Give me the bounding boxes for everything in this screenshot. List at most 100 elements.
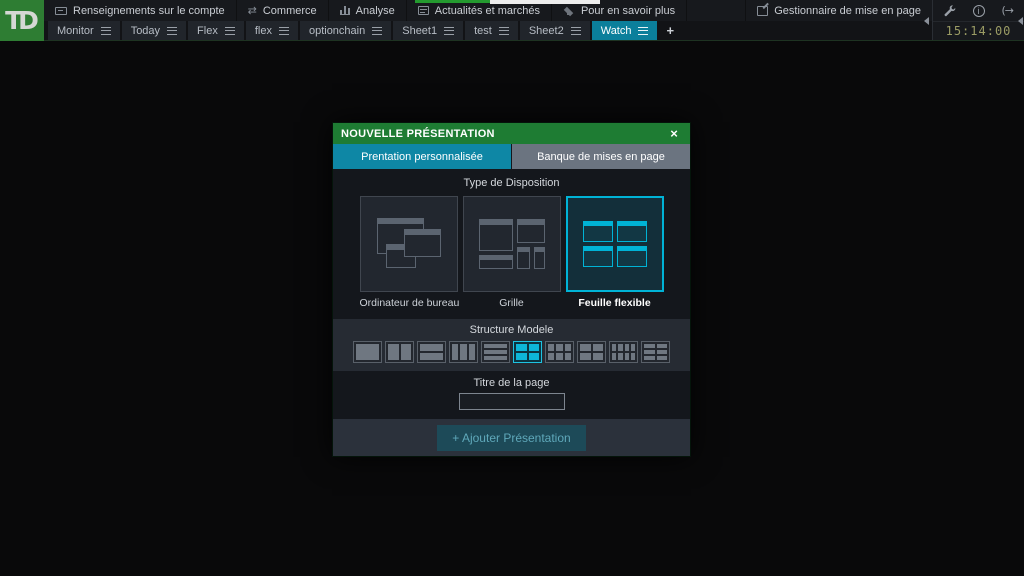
template-thumb-2row[interactable] (417, 341, 446, 363)
edit-page-icon (757, 6, 768, 16)
dialog-tab-bar: Prentation personnalisée Banque de mises… (333, 144, 690, 169)
add-presentation-button[interactable]: + Ajouter Présentation (437, 425, 585, 451)
tab-custom-presentation[interactable]: Prentation personnalisée (333, 144, 511, 169)
top-bar-main: Renseignements sur le compte Commerce An… (44, 0, 932, 40)
tab-menu-icon[interactable] (167, 27, 177, 35)
td-logo-text: TD (5, 6, 35, 35)
tab-layout-bank[interactable]: Banque de mises en page (512, 144, 690, 169)
sheet-tab-flex-2[interactable]: flex (246, 21, 298, 40)
template-thumb-2x4[interactable] (609, 341, 638, 363)
tab-label: test (474, 25, 492, 37)
menu-spacer (687, 0, 745, 21)
tab-menu-icon[interactable] (444, 27, 454, 35)
template-thumb-3row[interactable] (481, 341, 510, 363)
tab-menu-icon[interactable] (372, 27, 382, 35)
clock-row: 15:14:00 (933, 22, 1024, 40)
close-icon[interactable]: × (666, 126, 682, 141)
flex-sheet-icon (583, 221, 647, 267)
collapse-left-icon[interactable] (924, 17, 929, 25)
template-thumb-2x3[interactable] (545, 341, 574, 363)
menu-item-account-info[interactable]: Renseignements sur le compte (44, 0, 237, 21)
layout-option-flex-sheet-label: Feuille flexible (566, 297, 664, 309)
tab-label: optionchain (309, 25, 365, 37)
tab-menu-icon[interactable] (571, 27, 581, 35)
sheet-tab-monitor[interactable]: Monitor (48, 21, 120, 40)
top-bar: TD Renseignements sur le compte Commerce… (0, 0, 1024, 41)
layout-option-grid: Grille (463, 196, 561, 309)
bar-chart-icon (340, 6, 350, 15)
tab-menu-icon[interactable] (279, 27, 289, 35)
graduation-cap-icon (563, 6, 575, 15)
layout-option-desktop: Ordinateur de bureau (360, 196, 458, 309)
menu-label: Actualités et marchés (435, 5, 540, 17)
tab-menu-icon[interactable] (101, 27, 111, 35)
sheet-tab-today[interactable]: Today (122, 21, 186, 40)
template-thumb-2x2[interactable] (513, 341, 542, 363)
layout-option-desktop-card[interactable] (360, 196, 458, 292)
tab-label: Today (131, 25, 160, 37)
add-sheet-tab-button[interactable]: + (659, 21, 681, 40)
info-glyph (973, 5, 985, 17)
layout-type-label: Type de Disposition (333, 177, 690, 189)
sheet-tab-watch[interactable]: Watch (592, 21, 658, 40)
tab-menu-icon[interactable] (638, 27, 648, 35)
sheet-tab-optionchain[interactable]: optionchain (300, 21, 391, 40)
dialog-header[interactable]: NOUVELLE PRÉSENTATION × (333, 123, 690, 144)
layout-option-flex-sheet-card[interactable] (566, 196, 664, 292)
top-strip-green (415, 0, 490, 3)
template-thumb-2col[interactable] (385, 341, 414, 363)
layout-manager-label: Gestionnaire de mise en page (774, 5, 921, 17)
template-thumb-1x1[interactable] (353, 341, 382, 363)
menu-item-trade[interactable]: Commerce (237, 0, 329, 21)
menu-label: Commerce (263, 5, 317, 17)
right-tool-panel: 15:14:00 (932, 0, 1024, 40)
template-thumb-3x2[interactable] (641, 341, 670, 363)
main-menu-row: Renseignements sur le compte Commerce An… (44, 0, 932, 21)
menu-label: Pour en savoir plus (581, 5, 675, 17)
layout-manager-button[interactable]: Gestionnaire de mise en page (745, 0, 932, 21)
new-presentation-dialog: NOUVELLE PRÉSENTATION × Prentation perso… (332, 122, 691, 457)
layout-type-options: Ordinateur de bureau Gri (333, 196, 690, 309)
td-logo[interactable]: TD (0, 0, 44, 41)
news-icon (418, 6, 429, 15)
sheet-tab-sheet2[interactable]: Sheet2 (520, 21, 590, 40)
template-thumb-2x2-wide[interactable] (577, 341, 606, 363)
structure-template-section: Structure Modele (333, 319, 690, 371)
logout-icon[interactable] (995, 2, 1019, 20)
menu-label: Renseignements sur le compte (73, 5, 225, 17)
sheet-tab-sheet1[interactable]: Sheet1 (393, 21, 463, 40)
wrench-glyph (943, 4, 956, 17)
transfer-arrows-icon (248, 7, 257, 15)
layout-option-flex-sheet: Feuille flexible (566, 196, 664, 309)
page-title-section: Titre de la page (333, 371, 690, 419)
top-strip-white (490, 0, 600, 4)
logout-glyph (1001, 4, 1013, 17)
tab-label: Watch (601, 25, 632, 37)
grid-windows-icon (479, 219, 545, 269)
tab-menu-icon[interactable] (225, 27, 235, 35)
wrench-icon[interactable] (938, 2, 962, 20)
page-title-label: Titre de la page (333, 377, 690, 389)
overlapping-windows-icon (376, 217, 442, 271)
tab-label: Sheet1 (402, 25, 437, 37)
dialog-footer: + Ajouter Présentation (333, 419, 690, 456)
menu-item-analysis[interactable]: Analyse (329, 0, 407, 21)
page-title-input[interactable] (459, 393, 565, 410)
structure-template-row (333, 341, 690, 363)
tab-label: flex (255, 25, 272, 37)
sheet-tab-test[interactable]: test (465, 21, 518, 40)
layout-option-grid-card[interactable] (463, 196, 561, 292)
sheet-tab-bar: Monitor Today Flex flex optionchain (44, 21, 932, 40)
sheet-tab-flex-1[interactable]: Flex (188, 21, 244, 40)
account-card-icon (55, 7, 67, 15)
layout-type-section: Type de Disposition Ordinateur de bureau (333, 169, 690, 319)
info-icon[interactable] (967, 2, 991, 20)
app-screen: TD Renseignements sur le compte Commerce… (0, 0, 1024, 576)
session-clock: 15:14:00 (946, 24, 1012, 38)
tab-menu-icon[interactable] (499, 27, 509, 35)
tab-label: Sheet2 (529, 25, 564, 37)
tab-label: Flex (197, 25, 218, 37)
collapse-right-icon[interactable] (1018, 17, 1023, 25)
template-thumb-3col[interactable] (449, 341, 478, 363)
structure-template-label: Structure Modele (333, 324, 690, 336)
